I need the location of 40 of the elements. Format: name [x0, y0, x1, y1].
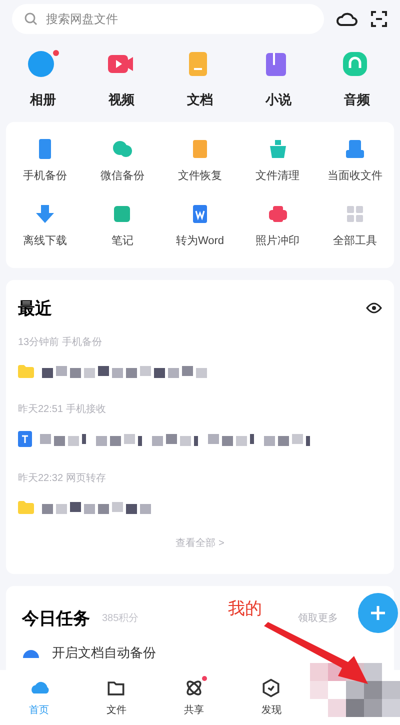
tool-label[interactable]: 全部工具 [333, 232, 378, 249]
recent-meta: 昨天22:32 网页转存 [18, 472, 107, 486]
category-icon-with-dot[interactable] [27, 50, 60, 78]
tool-label[interactable]: 照片冲印 [256, 232, 300, 249]
task-title: 开启文档自动备份 [52, 644, 156, 662]
section-title: 最近 [18, 298, 52, 320]
nav-tab[interactable]: 文件 [78, 670, 155, 725]
tool-label[interactable]: 笔记 [111, 232, 134, 249]
tool-icon [34, 202, 56, 224]
tool-label[interactable]: 手机备份 [22, 168, 67, 184]
nav-tab[interactable]: 共享 [155, 670, 232, 725]
tool-icon [344, 138, 366, 160]
nav-icon [260, 677, 282, 699]
scan-icon[interactable] [370, 10, 388, 28]
folder-icon [18, 364, 34, 378]
recent-meta: 13分钟前 手机备份 [18, 336, 103, 350]
category-label[interactable]: 音频 [344, 90, 370, 110]
tool-label[interactable]: 离线下载 [22, 232, 67, 249]
tool-label[interactable]: 文件恢复 [178, 168, 222, 184]
points-text: 385积分 [102, 612, 139, 626]
tool-label[interactable]: 转为Word [176, 232, 224, 249]
search-field[interactable]: 搜索网盘文件 [12, 4, 324, 34]
section-title: 今日任务 [22, 608, 90, 630]
backup-icon [22, 648, 40, 658]
category-label[interactable]: 文档 [186, 90, 213, 110]
category-label[interactable]: 相册 [30, 90, 56, 110]
plus-icon [370, 605, 386, 621]
category-label[interactable]: 视频 [108, 90, 135, 110]
tool-label[interactable]: 微信备份 [100, 168, 144, 184]
tool-label[interactable]: 文件清理 [256, 168, 300, 184]
eye-icon[interactable] [366, 302, 382, 314]
tool-label[interactable]: 当面收文件 [328, 168, 383, 184]
recent-meta: 昨天22:51 手机接收 [18, 402, 107, 417]
search-input[interactable]: 搜索网盘文件 [46, 11, 312, 27]
search-icon [24, 12, 38, 26]
annotation-label: 我的 [228, 598, 262, 620]
document-icon [18, 431, 32, 447]
nav-tab[interactable]: 发现 [232, 670, 310, 725]
folder-icon [18, 500, 34, 514]
category-label[interactable]: 小说 [265, 90, 292, 110]
